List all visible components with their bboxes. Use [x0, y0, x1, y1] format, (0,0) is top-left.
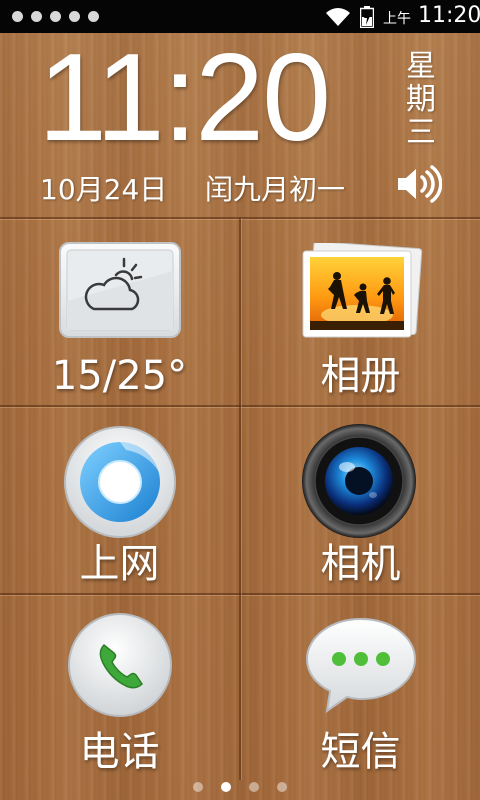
notification-indicators: [12, 11, 99, 22]
partly-cloudy-icon: [59, 242, 181, 338]
photo-gallery-icon: [302, 243, 423, 338]
camera-tile[interactable]: 相机: [241, 407, 480, 594]
status-time: 11:20: [418, 3, 480, 28]
gallery-tile[interactable]: 相册: [241, 219, 480, 406]
camera-lens-icon: [302, 424, 416, 538]
battery-charging-icon: [360, 6, 374, 28]
weekday: 星期三: [406, 49, 436, 150]
page-dot[interactable]: [249, 782, 259, 792]
speaker-icon[interactable]: [396, 164, 442, 204]
notification-dot: [69, 11, 80, 22]
status-ampm: 上午: [383, 11, 411, 27]
phone-tile[interactable]: 电话: [0, 595, 239, 782]
page-indicator: [0, 782, 480, 792]
phone-label: 电话: [79, 729, 160, 775]
notification-dot: [12, 11, 23, 22]
lunar-date: 闰九月初一: [205, 173, 346, 206]
page-dot[interactable]: [277, 782, 287, 792]
browser-tile[interactable]: 上网: [0, 407, 239, 594]
page-dot[interactable]: [193, 782, 203, 792]
wifi-icon: [326, 8, 350, 26]
notification-dot: [88, 11, 99, 22]
messages-label: 短信: [320, 729, 401, 775]
browser-label: 上网: [79, 541, 160, 587]
message-bubble-icon: [305, 617, 417, 714]
date: 10月24日: [40, 173, 168, 206]
weather-temperature: 15/25°: [51, 353, 188, 399]
browser-icon: [64, 426, 176, 538]
gallery-label: 相册: [320, 353, 401, 399]
messages-tile[interactable]: 短信: [241, 595, 480, 782]
phone-icon: [68, 613, 172, 717]
clock-time[interactable]: 11:20: [38, 36, 331, 160]
page-dot-active[interactable]: [221, 782, 231, 792]
notification-dot: [50, 11, 61, 22]
notification-dot: [31, 11, 42, 22]
camera-label: 相机: [320, 541, 401, 587]
weather-tile[interactable]: 15/25°: [0, 219, 239, 406]
